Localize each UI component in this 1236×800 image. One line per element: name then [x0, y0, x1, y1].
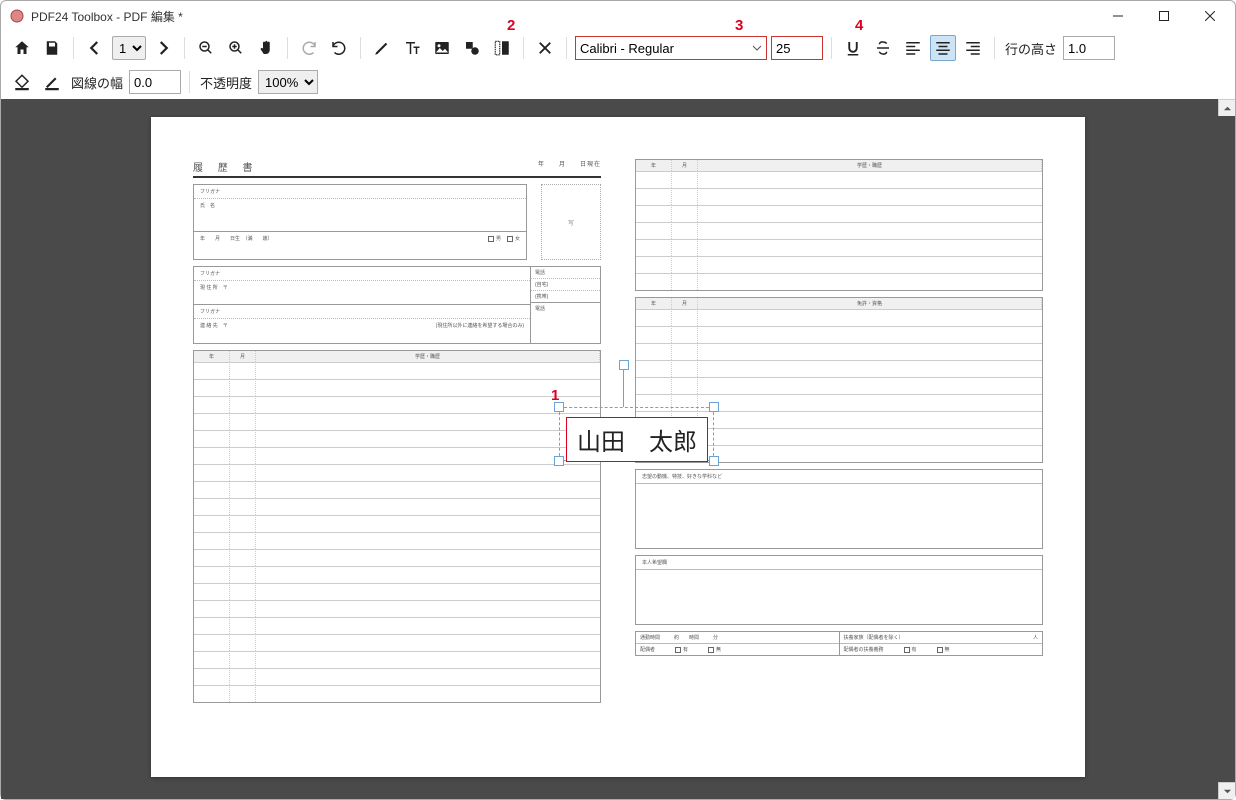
titlebar: PDF24 Toolbox - PDF 編集 * — [1, 1, 1235, 31]
pdf-page: 履 歴 書 年 月 日現在 フリガナ 氏 名 年 月 日生 （満 歳） 男 — [151, 117, 1085, 777]
text-tool-button[interactable] — [399, 35, 425, 61]
minimize-button[interactable] — [1095, 1, 1141, 31]
table-row — [636, 222, 1042, 239]
maximize-button[interactable] — [1141, 1, 1187, 31]
table-row — [194, 634, 600, 651]
table-row — [636, 188, 1042, 205]
opacity-select[interactable]: 100% — [258, 70, 318, 94]
page-select[interactable]: 1 — [112, 36, 146, 60]
table-row — [636, 239, 1042, 256]
doc-date: 年 月 日現在 — [538, 159, 601, 174]
fill-color-button[interactable] — [9, 69, 35, 95]
doc-title: 履 歴 書 — [193, 159, 259, 174]
resize-handle-tr[interactable] — [709, 402, 719, 412]
align-center-button[interactable] — [930, 35, 956, 61]
address-box: フリガナ 現 住 所 〒 フリガナ 連 絡 先 〒 (現住所以外に連絡を希望する… — [193, 266, 601, 344]
left-column: 履 歴 書 年 月 日現在 フリガナ 氏 名 年 月 日生 （満 歳） 男 — [193, 159, 601, 703]
toolbar-row-2: 図線の幅 不透明度 100% — [1, 65, 1235, 99]
redo-button[interactable] — [296, 35, 322, 61]
table-row — [636, 343, 1042, 360]
home-button[interactable] — [9, 35, 35, 61]
table-row — [636, 205, 1042, 222]
table-row — [194, 396, 600, 413]
underline-button[interactable] — [840, 35, 866, 61]
align-right-button[interactable] — [960, 35, 986, 61]
image-tool-button[interactable] — [429, 35, 455, 61]
table-row — [194, 685, 600, 702]
rotate-handle[interactable] — [619, 360, 629, 370]
table-row — [636, 326, 1042, 343]
annotation-4: 4 — [855, 17, 863, 34]
app-icon — [9, 8, 25, 24]
table-row — [194, 651, 600, 668]
next-page-button[interactable] — [150, 35, 176, 61]
prev-page-button[interactable] — [82, 35, 108, 61]
undo-button[interactable] — [326, 35, 352, 61]
resize-handle-bl[interactable] — [554, 456, 564, 466]
table-row — [194, 481, 600, 498]
wish-box: 本人希望欄 — [635, 555, 1043, 625]
table-row — [194, 413, 600, 430]
table-row — [636, 171, 1042, 188]
annotation-2: 2 — [507, 17, 515, 34]
delete-button[interactable] — [532, 35, 558, 61]
app-window: PDF24 Toolbox - PDF 編集 * 2 3 4 1 — [0, 0, 1236, 800]
chevron-down-icon — [752, 43, 762, 53]
document-canvas[interactable]: 履 歴 書 年 月 日現在 フリガナ 氏 名 年 月 日生 （満 歳） 男 — [1, 99, 1235, 799]
line-height-input[interactable] — [1063, 36, 1115, 60]
window-controls — [1095, 1, 1233, 31]
scroll-up-button[interactable] — [1218, 99, 1235, 116]
resize-handle-br[interactable] — [709, 456, 719, 466]
table-row — [194, 583, 600, 600]
font-family-value: Calibri - Regular — [580, 41, 674, 56]
pencil-tool-button[interactable] — [369, 35, 395, 61]
font-size-input[interactable] — [771, 36, 823, 60]
table-row — [194, 430, 600, 447]
zoom-out-button[interactable] — [193, 35, 219, 61]
table-row — [636, 377, 1042, 394]
shape-tool-button[interactable] — [459, 35, 485, 61]
opacity-label: 不透明度 — [200, 73, 252, 92]
save-button[interactable] — [39, 35, 65, 61]
line-width-label: 図線の幅 — [71, 73, 123, 92]
table-row — [636, 360, 1042, 377]
table-row — [636, 256, 1042, 273]
align-left-button[interactable] — [900, 35, 926, 61]
form-tool-button[interactable] — [489, 35, 515, 61]
table-row — [636, 273, 1042, 290]
resize-handle-tl[interactable] — [554, 402, 564, 412]
line-width-input[interactable] — [129, 70, 181, 94]
annotation-3: 3 — [735, 17, 743, 34]
table-row — [194, 617, 600, 634]
scroll-down-button[interactable] — [1218, 782, 1235, 799]
text-object[interactable]: 山田 太郎 — [566, 417, 708, 462]
stroke-color-button[interactable] — [39, 69, 65, 95]
table-row — [194, 549, 600, 566]
motive-box: 志望の動機、特技、好きな学科など — [635, 469, 1043, 549]
bottom-info-box: 通勤時間約 時間分 配偶者 有 無 扶養家族（配偶者を除く）人 配偶者の扶養義務 — [635, 631, 1043, 656]
toolbar-row-1: 2 3 4 1 Calibri - Regular — [1, 31, 1235, 65]
strikethrough-button[interactable] — [870, 35, 896, 61]
zoom-in-button[interactable] — [223, 35, 249, 61]
table-row — [194, 498, 600, 515]
hand-tool-button[interactable] — [253, 35, 279, 61]
table-row — [636, 309, 1042, 326]
photo-box: 写 — [541, 184, 601, 260]
table-row — [194, 447, 600, 464]
table-row — [194, 362, 600, 379]
table-row — [194, 379, 600, 396]
table-row — [194, 532, 600, 549]
table-row — [194, 566, 600, 583]
line-height-label: 行の高さ — [1005, 39, 1057, 58]
table-row — [194, 668, 600, 685]
left-education-table: 年 月 学歴・職歴 — [193, 350, 601, 703]
table-row — [194, 600, 600, 617]
table-row — [194, 515, 600, 532]
table-row — [194, 464, 600, 481]
font-family-select[interactable]: Calibri - Regular — [575, 36, 767, 60]
close-button[interactable] — [1187, 1, 1233, 31]
name-box: フリガナ 氏 名 年 月 日生 （満 歳） 男 女 — [193, 184, 527, 260]
right-education-table: 年 月 学歴・職歴 — [635, 159, 1043, 291]
window-title: PDF24 Toolbox - PDF 編集 * — [31, 8, 1095, 25]
